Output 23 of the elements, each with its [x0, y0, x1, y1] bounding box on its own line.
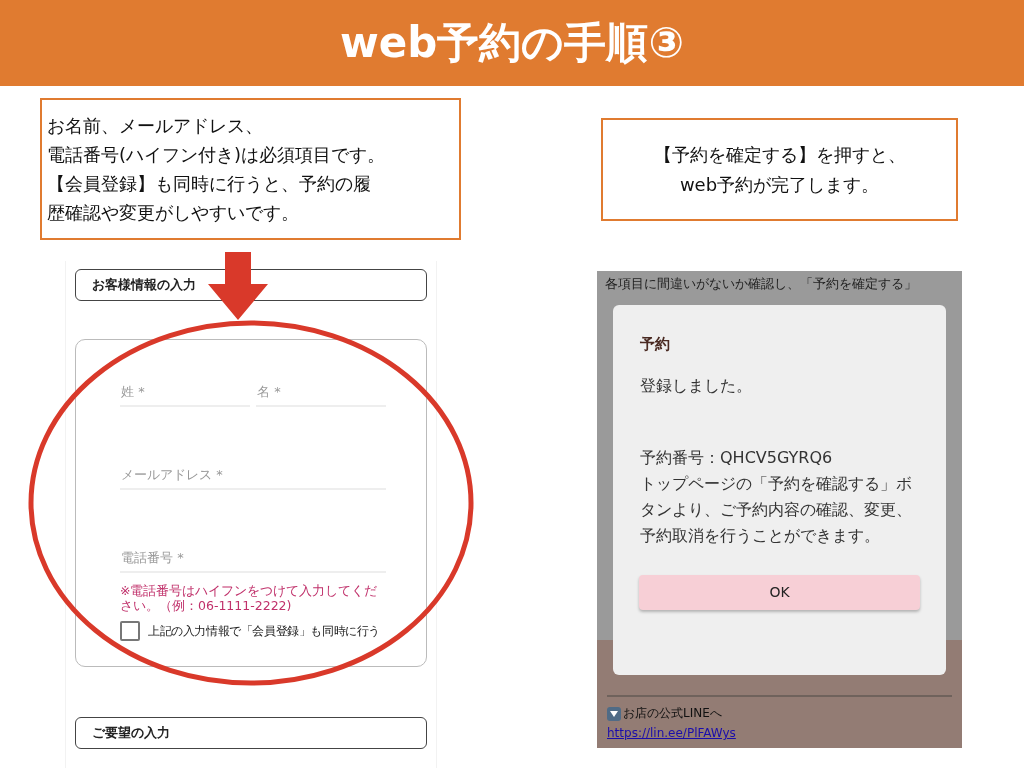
callout-line: 【予約を確定する】を押すと、 — [653, 143, 906, 168]
page-text: 各項目に間違いがないか確認し、「予約を確定する」 — [604, 275, 918, 293]
phone-note: ※電話番号はハイフンをつけて入力してください。（例：06-1111-2222) — [120, 583, 379, 613]
callout-line: 電話番号(ハイフン付き)は必須項目です。 — [47, 142, 387, 167]
input-field[interactable]: 電話番号 * — [120, 544, 386, 573]
dialog-text: 予約番号：QHCV5GYRQ6 — [640, 447, 834, 469]
ok-button[interactable]: OK — [639, 574, 920, 610]
slide-title: web予約の手順③ — [0, 0, 1024, 86]
callout-line: お名前、メールアドレス、 — [47, 113, 264, 138]
input-field[interactable]: 姓 * — [120, 378, 250, 407]
callout-line: 歴確認や変更がしやすいです。 — [47, 201, 300, 226]
down-arrow — [208, 252, 268, 320]
input-field[interactable]: メールアドレス * — [120, 461, 386, 490]
line-label: お店の公式LINEへ — [623, 705, 722, 722]
callout-line: web予約が完了します。 — [679, 172, 880, 197]
checkbox[interactable] — [120, 621, 140, 641]
checkbox-label: 上記の入力情報で「会員登録」も同時に行う — [148, 622, 380, 640]
dialog-text: トップページの「予約を確認する」ボタンより、ご予約内容の確認、変更、予約取消を行うことができます。 — [640, 472, 912, 547]
section-heading: ご要望の入力 — [75, 717, 427, 749]
dialog-message: 登録しました。 — [640, 376, 753, 397]
dialog-title: 予約 — [640, 335, 671, 354]
input-field[interactable]: 名 * — [256, 378, 386, 407]
callout-line: 【会員登録】も同時に行うと、予約の履 — [47, 172, 372, 196]
